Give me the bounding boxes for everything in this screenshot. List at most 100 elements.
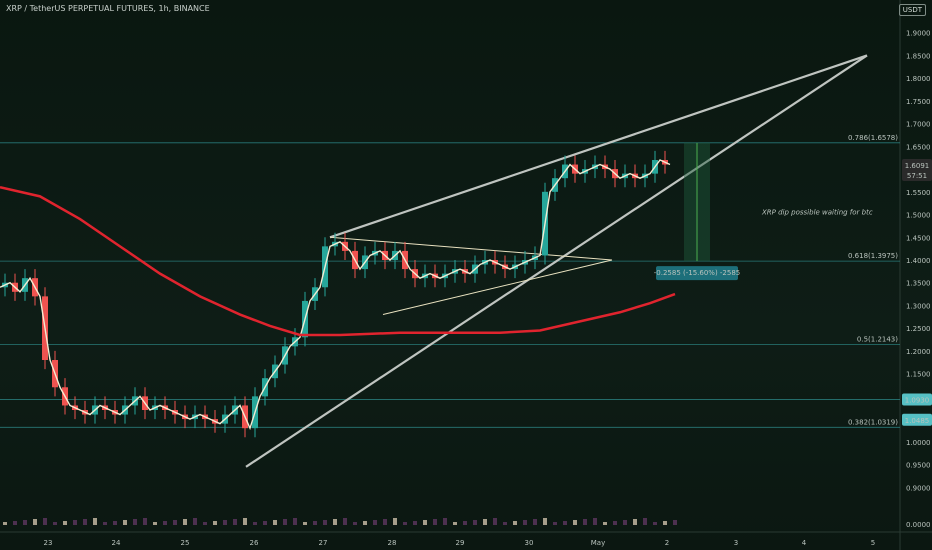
- y-tick-label: 1.7500: [906, 98, 931, 106]
- fib-level-label: 0.618(1.3975): [848, 252, 898, 260]
- volume-bar: [143, 518, 147, 525]
- volume-bar: [573, 520, 577, 525]
- volume-bar: [83, 519, 87, 525]
- volume-bar: [373, 520, 377, 525]
- x-tick-label: 28: [388, 539, 397, 547]
- chart-panel[interactable]: 1.9000 1.8500 1.8000 1.7500 1.7000 1.6500 1.60…: [0, 0, 932, 550]
- y-tick-label: 1.8000: [906, 75, 931, 83]
- fib-level-label: 0.382(1.0319): [848, 418, 898, 426]
- ma-short-line: [0, 159, 671, 431]
- y-tick-label: 1.2500: [906, 325, 931, 333]
- volume-bar: [443, 518, 447, 525]
- y-tick-label: 1.8500: [906, 52, 931, 60]
- volume-bar: [203, 522, 207, 525]
- x-tick-label: 24: [112, 539, 121, 547]
- x-tick-label: 4: [802, 539, 807, 547]
- volume-bar: [483, 519, 487, 525]
- volume-bar: [43, 518, 47, 525]
- fib-level-label: 0.5(1.2143): [857, 335, 898, 343]
- volume-bar: [403, 522, 407, 525]
- volume-bar: [3, 522, 7, 525]
- volume-bar: [583, 519, 587, 525]
- volume-bar: [323, 520, 327, 525]
- volume-bar: [673, 520, 677, 525]
- fib-level-label: 0.786(1.6578): [848, 134, 898, 142]
- volume-bar: [93, 518, 97, 525]
- volume-bar: [13, 521, 17, 525]
- volume-bar: [543, 518, 547, 525]
- volume-bar: [23, 520, 27, 525]
- x-tick-label: 26: [250, 539, 259, 547]
- volume-bar: [73, 520, 77, 525]
- volume-bar: [303, 522, 307, 525]
- y-tick-label: 1.9000: [906, 30, 931, 38]
- volume-bar: [253, 522, 257, 525]
- volume-bar: [103, 522, 107, 525]
- volume-bar: [153, 522, 157, 525]
- volume-bar: [123, 520, 127, 525]
- price-badge-text: 1.0930: [905, 397, 930, 405]
- volume-bar: [273, 520, 277, 525]
- volume-bar: [383, 519, 387, 525]
- chart-title: XRP / TetherUS PERPETUAL FUTURES, 1h, BI…: [6, 4, 210, 13]
- volume-bar: [533, 519, 537, 525]
- volume-bar: [493, 518, 497, 525]
- volume-bar: [113, 521, 117, 525]
- y-tick-label: 1.5000: [906, 212, 931, 220]
- y-tick-label: 0.0000: [906, 521, 931, 529]
- volume-bar: [233, 519, 237, 525]
- triangle-lower-line: [382, 259, 613, 316]
- volume-bar: [173, 520, 177, 525]
- volume-bar: [423, 520, 427, 525]
- volume-bar: [613, 521, 617, 525]
- volume-bar: [183, 519, 187, 525]
- volume-bar: [473, 520, 477, 525]
- volume-bar: [193, 518, 197, 525]
- annotation-text: XRP dip possible waiting for btc: [761, 209, 873, 217]
- x-tick-label: 30: [525, 539, 534, 547]
- volume-bar: [243, 518, 247, 525]
- volume-bar: [213, 521, 217, 525]
- volume-bar: [333, 519, 337, 525]
- volume-bar: [503, 522, 507, 525]
- y-tick-label: 0.9000: [906, 484, 931, 492]
- volume-bar: [553, 522, 557, 525]
- volume-bar: [463, 521, 467, 525]
- y-tick-label: 1.7000: [906, 121, 931, 129]
- price-chart[interactable]: 1.9000 1.8500 1.8000 1.7500 1.7000 1.6500 1.60…: [0, 0, 932, 550]
- y-tick-label: 1.2000: [906, 348, 931, 356]
- volume-bar: [643, 518, 647, 525]
- volume-bar: [623, 520, 627, 525]
- volume-bar: [363, 521, 367, 525]
- volume-bar: [513, 521, 517, 525]
- price-badge-text: 1.6091: [905, 162, 930, 170]
- volume-bar: [283, 519, 287, 525]
- volume-bar: [593, 518, 597, 525]
- volume-bar: [653, 522, 657, 525]
- x-tick-label: 5: [871, 539, 875, 547]
- currency-badge[interactable]: USDT: [898, 4, 926, 16]
- volume-bar: [223, 520, 227, 525]
- volume-bar: [163, 521, 167, 525]
- triangle-upper-line: [329, 236, 613, 261]
- x-tick-label: 23: [44, 539, 53, 547]
- volume-bar: [293, 518, 297, 525]
- volume-bar: [353, 522, 357, 525]
- volume-bar: [563, 521, 567, 525]
- y-tick-label: 1.6500: [906, 143, 931, 151]
- y-tick-label: 1.3000: [906, 302, 931, 310]
- y-tick-label: 1.0000: [906, 439, 931, 447]
- x-tick-label: 3: [734, 539, 738, 547]
- x-tick-label: 25: [181, 539, 190, 547]
- y-tick-label: 1.4500: [906, 234, 931, 242]
- volume-bar: [633, 519, 637, 525]
- y-tick-label: 1.5500: [906, 189, 931, 197]
- y-tick-label: 1.1500: [906, 371, 931, 379]
- volume-bar: [343, 518, 347, 525]
- volume-bar: [313, 521, 317, 525]
- volume-bar: [413, 521, 417, 525]
- volume-bar: [53, 522, 57, 525]
- volume-bar: [453, 522, 457, 525]
- volume-bar: [263, 521, 267, 525]
- volume-bar: [133, 519, 137, 525]
